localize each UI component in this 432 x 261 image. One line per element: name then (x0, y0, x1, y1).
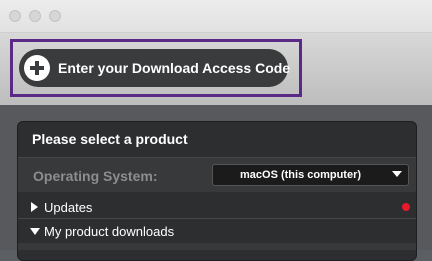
access-code-button-label: Enter your Download Access Code (58, 60, 291, 76)
close-window-button[interactable] (9, 10, 21, 22)
triangle-right-icon (31, 202, 38, 212)
list-item-label: Updates (44, 200, 93, 215)
os-select[interactable]: macOS (this computer) (212, 164, 409, 186)
chevron-down-icon (392, 171, 402, 177)
list-item-updates[interactable]: Updates (18, 195, 416, 218)
triangle-down-icon (30, 228, 40, 235)
alert-dot-icon (402, 203, 410, 211)
list-item-label: My product downloads (44, 224, 175, 239)
list-item-product-downloads[interactable]: My product downloads (18, 219, 416, 242)
window-titlebar (0, 0, 432, 33)
os-label: Operating System: (33, 168, 158, 184)
enter-access-code-button[interactable]: Enter your Download Access Code (19, 49, 291, 87)
panel-title: Please select a product (32, 131, 188, 147)
plus-circle-icon (24, 55, 50, 81)
minimize-window-button[interactable] (29, 10, 41, 22)
list-row-partial (18, 243, 416, 250)
os-select-value: macOS (this computer) (240, 169, 362, 181)
zoom-window-button[interactable] (49, 10, 61, 22)
